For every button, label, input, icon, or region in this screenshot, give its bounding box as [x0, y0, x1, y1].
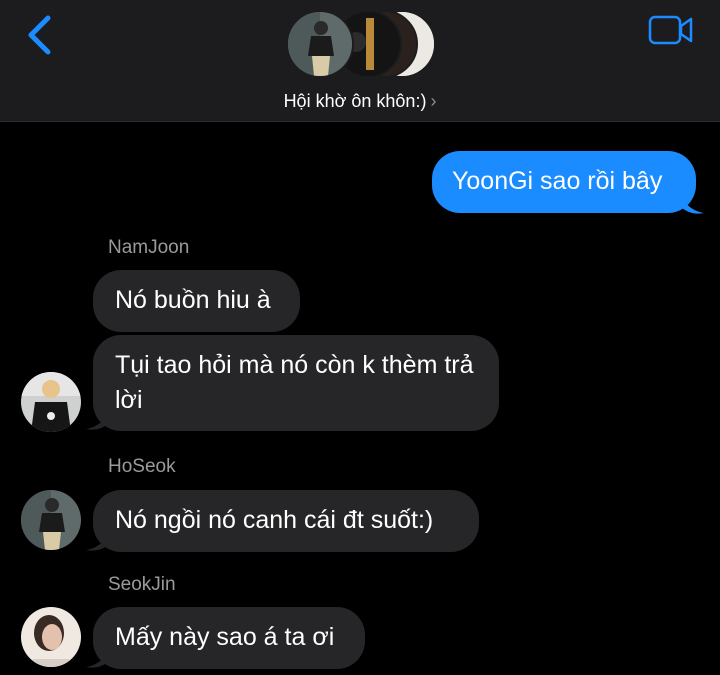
bubble-tail-incoming	[86, 408, 110, 430]
sender-name: HoSeok	[108, 456, 176, 477]
message-text: Mấy này sao á ta ơi	[115, 623, 335, 651]
bubble-tail-incoming	[86, 529, 110, 551]
message-text: Tụi tao hỏi mà nó còn k thèm trả lời	[115, 351, 474, 414]
bubble-tail-outgoing	[680, 192, 704, 214]
group-title[interactable]: Hội khờ ôn khôn:) ›	[0, 91, 720, 112]
chat-header: Hội khờ ôn khôn:) ›	[0, 0, 720, 122]
group-avatar-1	[286, 10, 354, 78]
sender-name: SeokJin	[108, 574, 176, 595]
video-call-button[interactable]	[648, 14, 694, 46]
avatar-hoseok[interactable]	[21, 490, 81, 550]
message-bubble-incoming[interactable]: Mấy này sao á ta ơi	[93, 607, 365, 669]
message-bubble-incoming[interactable]: Nó ngồi nó canh cái đt suốt:)	[93, 490, 479, 552]
chevron-right-icon: ›	[430, 91, 437, 111]
message-text: YoonGi sao rồi bây	[452, 167, 663, 195]
back-button[interactable]	[22, 12, 56, 58]
chevron-left-icon	[28, 15, 51, 55]
avatar-seokjin[interactable]	[21, 607, 81, 667]
sender-name: NamJoon	[108, 237, 190, 258]
group-name: Hội khờ ôn khôn:)	[283, 91, 427, 111]
avatar-namjoon[interactable]	[21, 372, 81, 432]
group-avatar-stack[interactable]	[286, 10, 436, 80]
video-camera-icon	[648, 15, 693, 45]
message-bubble-outgoing[interactable]: YoonGi sao rồi bây	[432, 151, 696, 213]
message-bubble-incoming[interactable]: Tụi tao hỏi mà nó còn k thèm trả lời	[93, 335, 499, 431]
bubble-tail-incoming	[86, 646, 110, 668]
message-text: Nó ngồi nó canh cái đt suốt:)	[115, 506, 434, 534]
message-text: Nó buồn hiu à	[115, 286, 271, 314]
message-bubble-incoming[interactable]: Nó buồn hiu à	[93, 270, 300, 332]
